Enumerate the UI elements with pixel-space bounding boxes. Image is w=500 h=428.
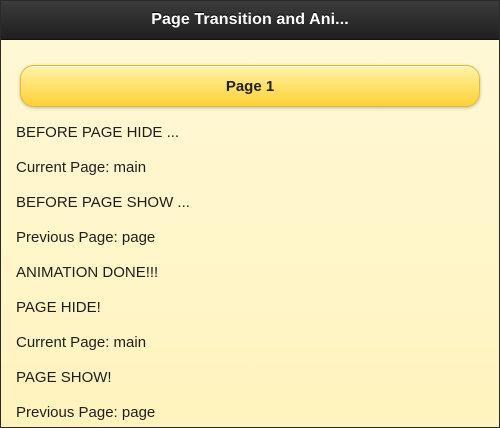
page-1-button-label: Page 1 [225,77,275,95]
log-entry: BEFORE PAGE HIDE ... [16,124,180,141]
app-window: Page Transition and Ani... Page 1 BEFORE… [0,0,500,428]
page-1-button[interactable]: Page 1 [20,65,480,107]
log-entry: BEFORE PAGE SHOW ... [16,194,190,211]
log-entry: PAGE HIDE! [16,299,101,316]
header-bar: Page Transition and Ani... [1,1,499,40]
log-entry: Current Page: main [16,334,147,351]
page-title: Page Transition and Ani... [151,11,349,28]
log-entry: Previous Page: page [16,404,156,421]
log-entry: Current Page: main [16,159,147,176]
log-entry: ANIMATION DONE!!! [16,264,159,281]
event-log: BEFORE PAGE HIDE ... Current Page: main … [16,115,480,427]
log-entry: Previous Page: page [16,229,156,246]
page-content: Page 1 BEFORE PAGE HIDE ... Current Page… [1,40,499,427]
log-entry: PAGE SHOW! [16,369,112,386]
